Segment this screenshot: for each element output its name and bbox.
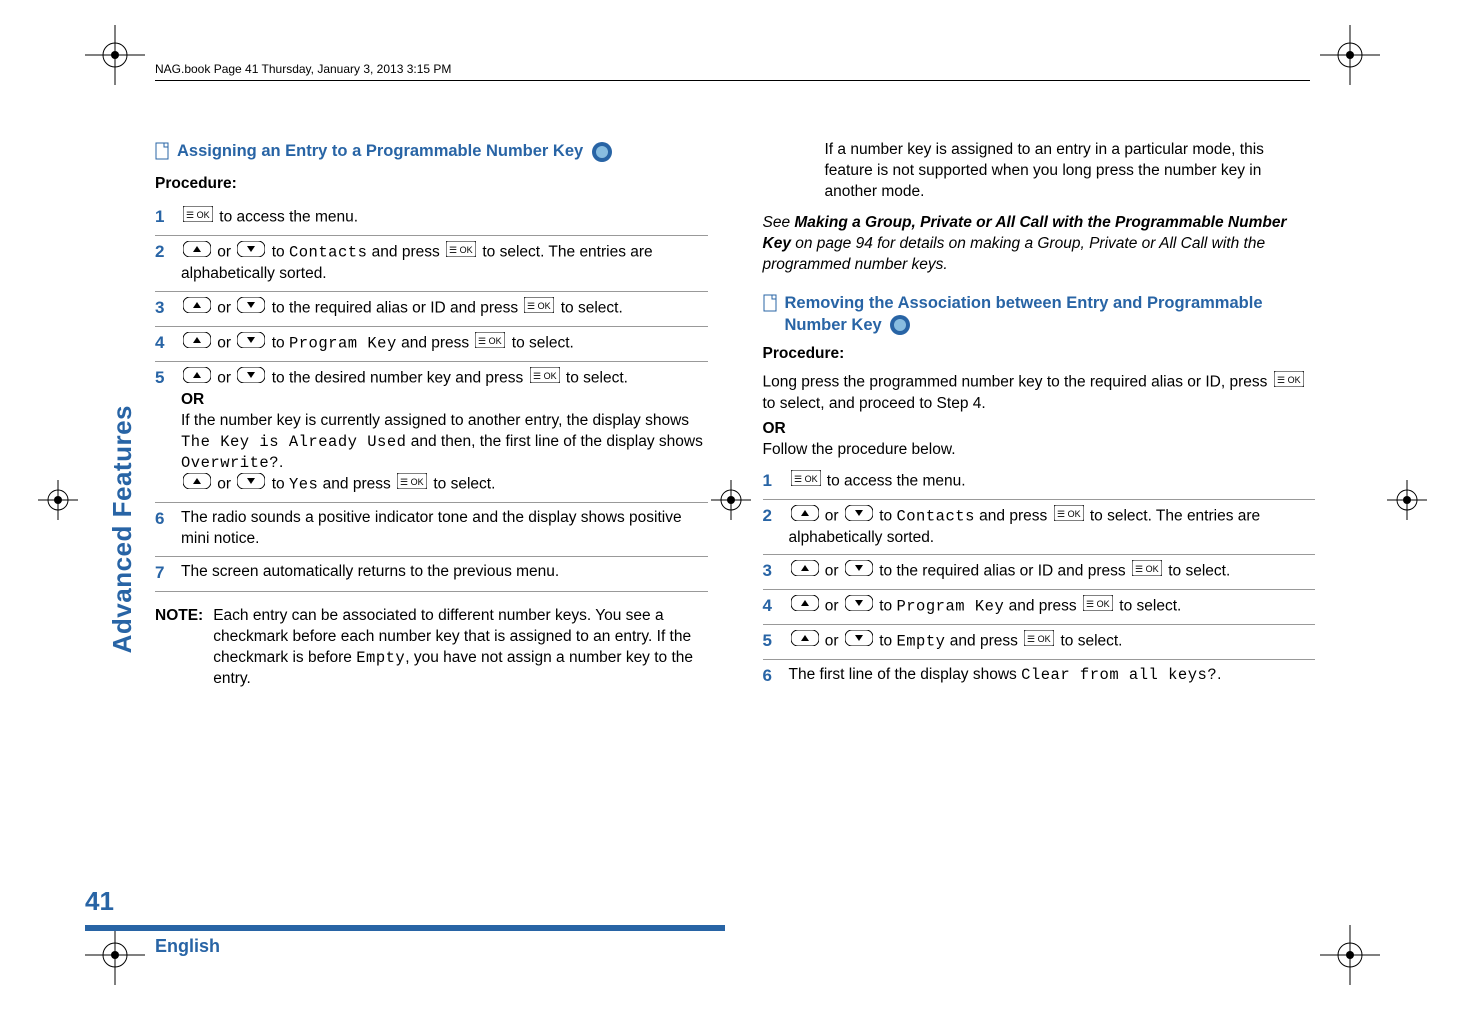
- heading-text: Removing the Association between Entry a…: [785, 294, 1263, 334]
- page-icon: [155, 142, 169, 166]
- svg-text:☰ OK: ☰ OK: [533, 371, 557, 381]
- left-column: Assigning an Entry to a Programmable Num…: [155, 140, 708, 694]
- svg-text:☰ OK: ☰ OK: [1135, 564, 1159, 574]
- see-reference: See Making a Group, Private or All Call …: [763, 213, 1316, 276]
- up-key-icon: [183, 332, 211, 355]
- crop-mark-bottom-right: [1320, 925, 1380, 985]
- step-r3: 3 or to the required alias or ID and pre…: [763, 555, 1316, 590]
- footer-bar: [85, 925, 725, 931]
- up-key-icon: [791, 560, 819, 583]
- ok-key-icon: ☰ OK: [475, 332, 505, 355]
- ok-key-icon: ☰ OK: [1274, 371, 1304, 394]
- svg-text:☰ OK: ☰ OK: [1277, 375, 1301, 385]
- svg-text:☰ OK: ☰ OK: [186, 210, 210, 220]
- down-key-icon: [237, 332, 265, 355]
- down-key-icon: [845, 505, 873, 528]
- svg-text:☰ OK: ☰ OK: [478, 336, 502, 346]
- ok-key-icon: ☰ OK: [183, 206, 213, 229]
- note-continuation: If a number key is assigned to an entry …: [825, 140, 1316, 203]
- svg-text:☰ OK: ☰ OK: [1057, 509, 1081, 519]
- svg-text:☰ OK: ☰ OK: [449, 245, 473, 255]
- up-key-icon: [183, 367, 211, 390]
- step-7: 7 The screen automatically returns to th…: [155, 557, 708, 592]
- step-r1: 1 ☰ OK to access the menu.: [763, 465, 1316, 500]
- down-key-icon: [237, 473, 265, 496]
- page-number: 41: [85, 886, 114, 917]
- crop-mark-top-left: [85, 25, 145, 85]
- svg-text:☰ OK: ☰ OK: [1086, 599, 1110, 609]
- registration-mark-right: [1387, 480, 1427, 520]
- down-key-icon: [845, 595, 873, 618]
- sidebar-section-title: Advanced Features: [107, 157, 138, 405]
- up-key-icon: [183, 241, 211, 264]
- down-key-icon: [237, 241, 265, 264]
- step-6: 6 The radio sounds a positive indicator …: [155, 503, 708, 557]
- procedure-label: Procedure:: [763, 344, 1316, 365]
- down-key-icon: [237, 367, 265, 390]
- heading-text: Assigning an Entry to a Programmable Num…: [177, 142, 583, 160]
- intro-paragraph: Long press the programmed number key to …: [763, 371, 1316, 415]
- ok-key-icon: ☰ OK: [1054, 505, 1084, 528]
- header-bookline: NAG.book Page 41 Thursday, January 3, 20…: [155, 62, 451, 76]
- footer-language: English: [155, 936, 220, 957]
- up-key-icon: [791, 630, 819, 653]
- svg-text:☰ OK: ☰ OK: [1027, 634, 1051, 644]
- feature-badge-icon: [890, 315, 910, 335]
- up-key-icon: [183, 297, 211, 320]
- crop-mark-bottom-left: [85, 925, 145, 985]
- note-block: NOTE: Each entry can be associated to di…: [155, 606, 708, 690]
- ok-key-icon: ☰ OK: [1024, 630, 1054, 653]
- ok-key-icon: ☰ OK: [524, 297, 554, 320]
- step-3: 3 or to the required alias or ID and pre…: [155, 292, 708, 327]
- ok-key-icon: ☰ OK: [530, 367, 560, 390]
- down-key-icon: [845, 560, 873, 583]
- step-1: 1 ☰ OK to access the menu.: [155, 201, 708, 236]
- content-columns: Assigning an Entry to a Programmable Num…: [155, 140, 1315, 694]
- ok-key-icon: ☰ OK: [791, 470, 821, 493]
- ok-key-icon: ☰ OK: [397, 473, 427, 496]
- up-key-icon: [791, 505, 819, 528]
- ok-key-icon: ☰ OK: [1083, 595, 1113, 618]
- down-key-icon: [845, 630, 873, 653]
- step-r4: 4 or to Program Key and press ☰ OK to se…: [763, 590, 1316, 625]
- heading-assign-entry: Assigning an Entry to a Programmable Num…: [155, 140, 708, 166]
- step-r6: 6 The first line of the display shows Cl…: [763, 660, 1316, 694]
- right-column: If a number key is assigned to an entry …: [763, 140, 1316, 694]
- step-2: 2 or to Contacts and press ☰ OK to selec…: [155, 236, 708, 292]
- crop-mark-top-right: [1320, 25, 1380, 85]
- procedure-label: Procedure:: [155, 174, 708, 195]
- step-r5: 5 or to Empty and press ☰ OK to select.: [763, 625, 1316, 660]
- up-key-icon: [791, 595, 819, 618]
- down-key-icon: [237, 297, 265, 320]
- svg-text:☰ OK: ☰ OK: [527, 301, 551, 311]
- registration-mark-left: [38, 480, 78, 520]
- header-rule: [155, 80, 1310, 81]
- svg-text:☰ OK: ☰ OK: [794, 474, 818, 484]
- heading-remove-association: Removing the Association between Entry a…: [763, 292, 1316, 337]
- up-key-icon: [183, 473, 211, 496]
- page-icon: [763, 294, 777, 318]
- ok-key-icon: ☰ OK: [446, 241, 476, 264]
- step-4: 4 or to Program Key and press ☰ OK to se…: [155, 327, 708, 362]
- svg-text:☰ OK: ☰ OK: [400, 477, 424, 487]
- ok-key-icon: ☰ OK: [1132, 560, 1162, 583]
- feature-badge-icon: [592, 142, 612, 162]
- step-5: 5 or to the desired number key and press…: [155, 362, 708, 504]
- step-r2: 2 or to Contacts and press ☰ OK to selec…: [763, 500, 1316, 556]
